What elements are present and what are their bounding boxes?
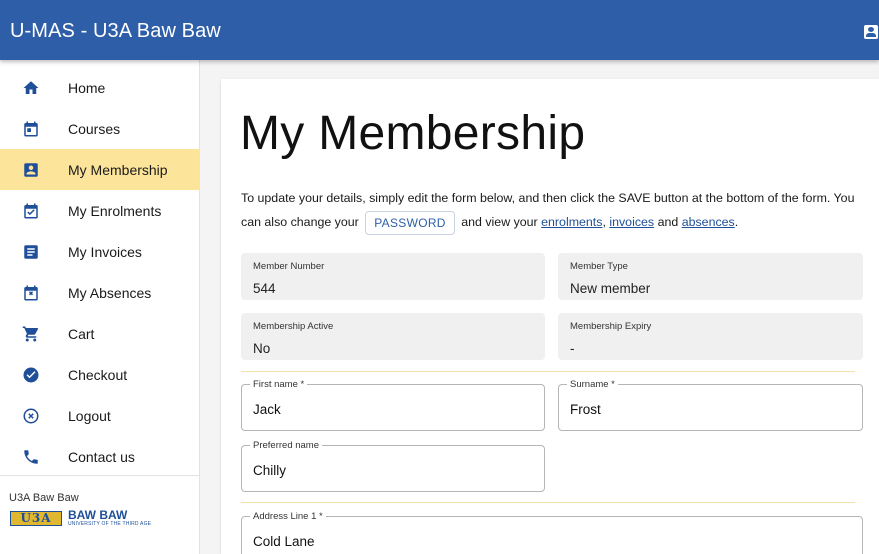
sidebar-item-my-absences[interactable]: My Absences bbox=[0, 272, 200, 313]
sidebar-item-label: Checkout bbox=[68, 367, 128, 383]
account-box-icon[interactable] bbox=[864, 25, 878, 39]
sidebar-item-checkout[interactable]: Checkout bbox=[0, 354, 200, 395]
first-name-field[interactable]: First name * bbox=[241, 379, 545, 431]
org-name: U3A Baw Baw bbox=[9, 492, 79, 504]
page-title: My Membership bbox=[240, 107, 586, 160]
field-label: Member Type bbox=[570, 261, 628, 272]
sidebar-item-courses[interactable]: Courses bbox=[0, 108, 200, 149]
field-label: Membership Active bbox=[253, 321, 334, 332]
field-label: Surname * bbox=[567, 379, 618, 390]
membership-panel: My Membership To update your details, si… bbox=[221, 79, 879, 554]
member-number-field: Member Number 544 bbox=[241, 253, 545, 300]
surname-input[interactable] bbox=[570, 402, 830, 417]
list-box-icon bbox=[24, 245, 38, 259]
field-value: New member bbox=[570, 281, 651, 296]
absences-link[interactable]: absences bbox=[682, 215, 735, 229]
field-value: 544 bbox=[253, 281, 276, 296]
sidebar-item-logout[interactable]: Logout bbox=[0, 395, 200, 436]
logo-mark: U3A bbox=[10, 511, 62, 526]
enrolments-link[interactable]: enrolments bbox=[541, 215, 602, 229]
intro-text: To update your details, simply edit the … bbox=[241, 186, 871, 235]
home-icon bbox=[23, 81, 39, 94]
sidebar-item-label: Logout bbox=[68, 408, 111, 424]
surname-field[interactable]: Surname * bbox=[558, 379, 863, 431]
sidebar-item-label: My Invoices bbox=[68, 244, 142, 260]
sidebar-item-label: Home bbox=[68, 80, 106, 96]
preferred-name-field[interactable]: Preferred name bbox=[241, 440, 545, 492]
logo-tagline: UNIVERSITY OF THE THIRD AGE bbox=[68, 521, 152, 527]
field-value: - bbox=[570, 341, 575, 356]
intro-comma: , bbox=[602, 215, 606, 229]
sidebar-item-contact-us[interactable]: Contact us bbox=[0, 436, 200, 477]
field-value: No bbox=[253, 341, 271, 356]
check-circle-icon bbox=[23, 367, 39, 383]
membership-expiry-field: Membership Expiry - bbox=[558, 313, 863, 360]
app-title: U-MAS - U3A Baw Baw bbox=[10, 20, 221, 42]
preferred-name-input[interactable] bbox=[253, 463, 513, 478]
sidebar-item-my-invoices[interactable]: My Invoices bbox=[0, 231, 200, 272]
membership-active-field: Membership Active No bbox=[241, 313, 545, 360]
sidebar-item-my-enrolments[interactable]: My Enrolments bbox=[0, 190, 200, 231]
sidebar-divider bbox=[0, 475, 200, 476]
app-bar: U-MAS - U3A Baw Baw bbox=[0, 0, 879, 60]
sidebar-item-my-membership[interactable]: My Membership bbox=[0, 149, 200, 190]
sidebar-item-label: Contact us bbox=[68, 449, 135, 465]
x-circle-icon bbox=[23, 408, 39, 424]
sidebar: Home Courses My Membership My Enrolments… bbox=[0, 60, 200, 554]
intro-text-part2: and view your bbox=[461, 215, 538, 229]
logo-name: BAW BAW bbox=[68, 508, 128, 522]
calendar-x-icon bbox=[24, 285, 38, 301]
field-label: First name * bbox=[250, 379, 308, 390]
field-label: Address Line 1 * bbox=[250, 511, 326, 522]
field-label: Membership Expiry bbox=[570, 321, 652, 332]
address-line-1-field[interactable]: Address Line 1 * bbox=[241, 511, 863, 554]
phone-icon bbox=[24, 450, 38, 464]
intro-period: . bbox=[734, 215, 739, 229]
account-box-icon bbox=[24, 163, 38, 177]
sidebar-item-label: Courses bbox=[68, 121, 121, 137]
field-label: Preferred name bbox=[250, 440, 323, 451]
first-name-input[interactable] bbox=[253, 402, 513, 417]
cart-icon bbox=[22, 326, 39, 342]
invoices-link[interactable]: invoices bbox=[609, 215, 654, 229]
sidebar-item-label: My Membership bbox=[68, 162, 168, 178]
field-label: Member Number bbox=[253, 261, 325, 272]
address-line-1-input[interactable] bbox=[253, 534, 513, 549]
sidebar-item-cart[interactable]: Cart bbox=[0, 313, 200, 354]
section-divider bbox=[241, 371, 855, 372]
calendar-check-icon bbox=[24, 203, 38, 219]
sidebar-item-label: Cart bbox=[68, 326, 95, 342]
sidebar-item-label: My Enrolments bbox=[68, 203, 162, 219]
sidebar-item-label: My Absences bbox=[68, 285, 152, 301]
section-divider bbox=[241, 502, 855, 503]
password-button[interactable]: PASSWORD bbox=[365, 210, 455, 235]
sidebar-item-home[interactable]: Home bbox=[0, 67, 200, 108]
member-type-field: Member Type New member bbox=[558, 253, 863, 300]
intro-and: and bbox=[657, 215, 679, 229]
calendar-icon bbox=[24, 121, 38, 137]
